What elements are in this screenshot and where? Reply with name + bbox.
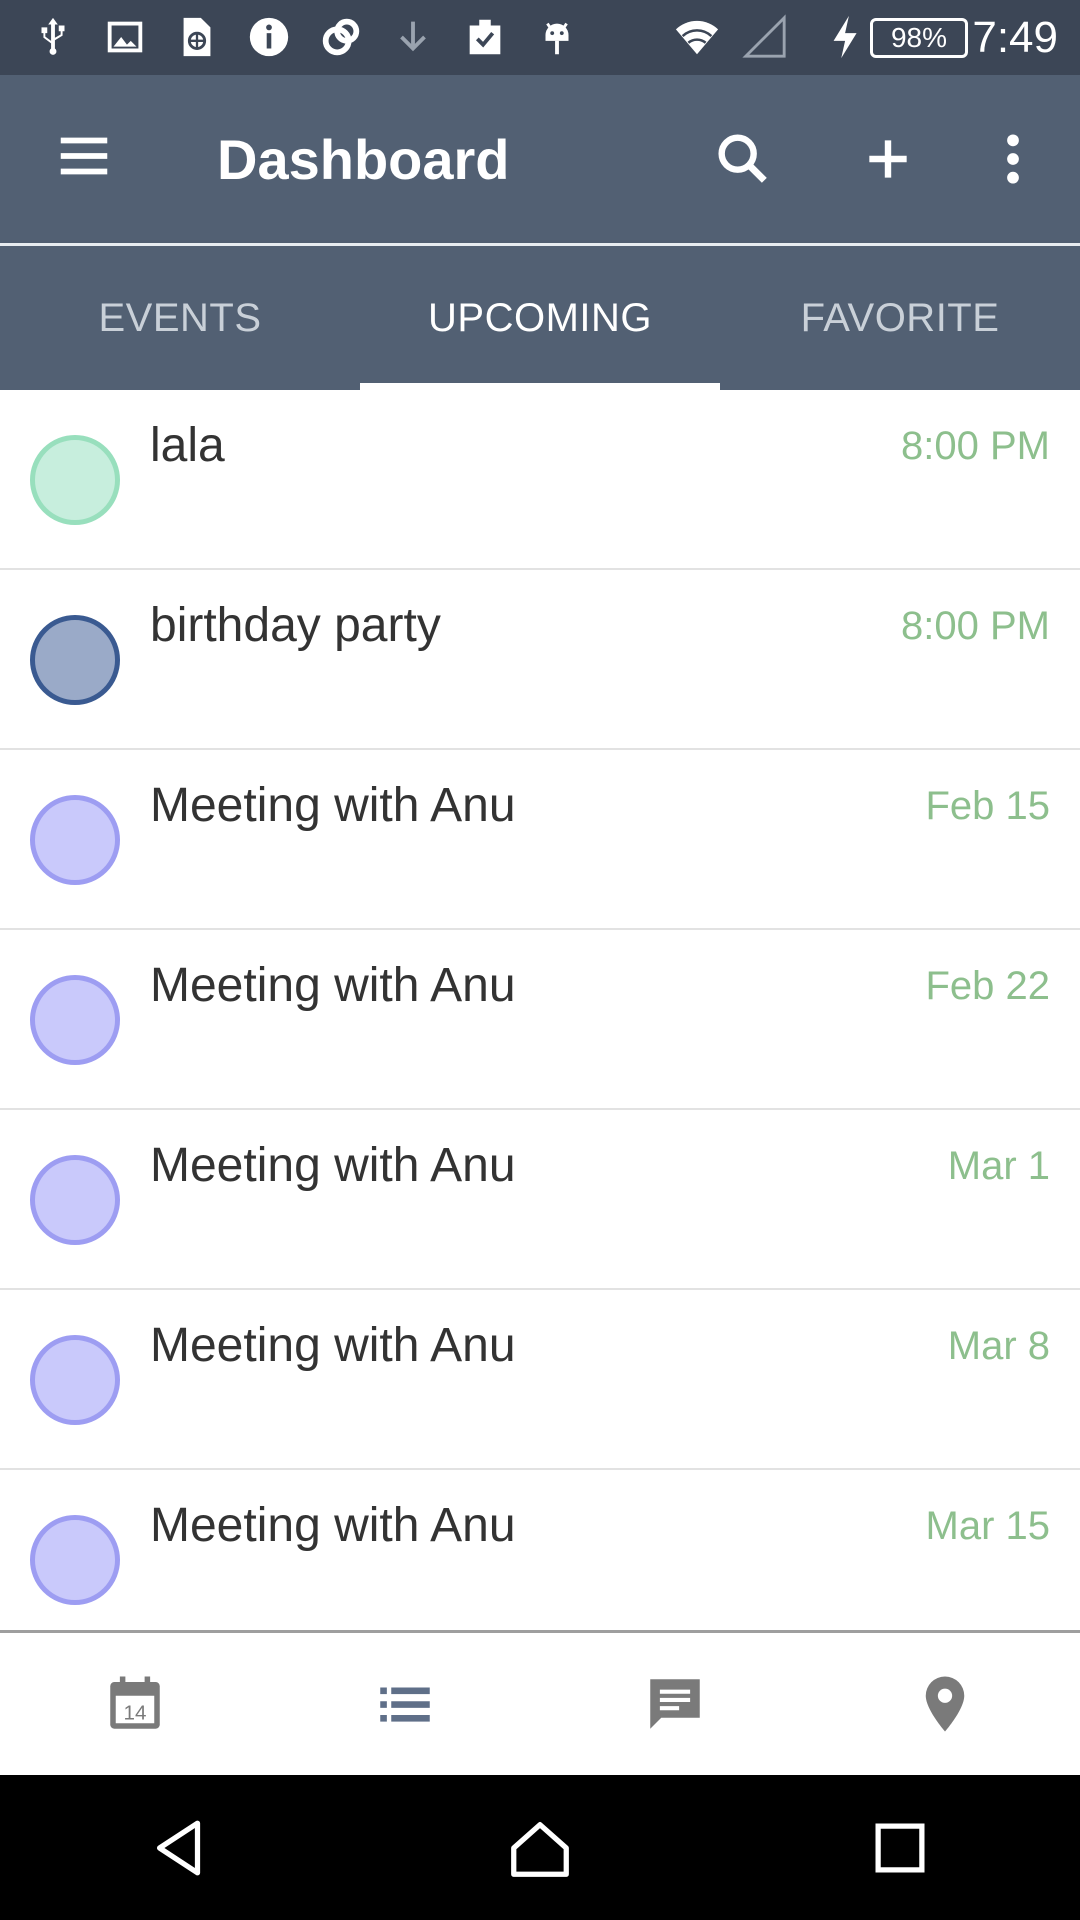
- list-item[interactable]: birthday party 8:00 PM: [0, 570, 1080, 750]
- event-name: Meeting with Anu: [150, 1139, 516, 1192]
- nav-calendar[interactable]: 14: [0, 1633, 270, 1775]
- recents-button[interactable]: [720, 1775, 1080, 1920]
- list-item[interactable]: Meeting with Anu Mar 15: [0, 1470, 1080, 1630]
- battery-indicator: 98%: [870, 18, 968, 58]
- event-name: Meeting with Anu: [150, 779, 516, 832]
- event-time: 8:00 PM: [901, 604, 1050, 648]
- event-name: lala: [150, 419, 225, 472]
- home-button[interactable]: [360, 1775, 720, 1920]
- location-icon: [925, 1676, 965, 1732]
- calendar-icon: 14: [110, 1676, 160, 1729]
- status-bar: 98% 7:49: [0, 0, 1080, 75]
- event-time: Feb 22: [925, 964, 1050, 1008]
- calendar-day: 14: [124, 1701, 147, 1724]
- nav-location[interactable]: [810, 1633, 1080, 1775]
- signal-icon: [740, 12, 790, 62]
- page-title: Dashboard: [217, 128, 510, 191]
- list-icon: [380, 1687, 430, 1722]
- more-vert-icon: [1007, 134, 1019, 184]
- clock: 7:49: [972, 13, 1058, 62]
- bottom-nav: 14: [0, 1630, 1080, 1775]
- event-name: Meeting with Anu: [150, 1499, 516, 1552]
- back-button[interactable]: [0, 1775, 360, 1920]
- event-name: Meeting with Anu: [150, 959, 516, 1012]
- event-time: Feb 15: [925, 784, 1050, 828]
- event-color-dot: [30, 975, 120, 1065]
- list-item[interactable]: lala 8:00 PM: [0, 390, 1080, 570]
- more-options-button[interactable]: [975, 121, 1051, 197]
- hamburger-menu-icon: [60, 137, 108, 175]
- list-item[interactable]: Meeting with Anu Mar 1: [0, 1110, 1080, 1290]
- nav-list[interactable]: [270, 1633, 540, 1775]
- event-time: Mar 15: [925, 1504, 1051, 1548]
- home-icon: [511, 1821, 569, 1877]
- app-bar: Dashboard: [0, 75, 1080, 243]
- event-name: Meeting with Anu: [150, 1319, 516, 1372]
- event-color-dot: [30, 615, 120, 705]
- sync-icon: [316, 12, 366, 62]
- menu-button[interactable]: [44, 121, 124, 191]
- event-color-dot: [30, 1155, 120, 1245]
- event-time: Mar 8: [947, 1324, 1050, 1368]
- clipboard-check-icon: [460, 12, 510, 62]
- android-icon: [532, 12, 582, 62]
- tab-bar: EVENTS UPCOMING FAVORITE: [0, 243, 1080, 390]
- event-time: Mar 1: [947, 1144, 1050, 1188]
- tab-events[interactable]: EVENTS: [0, 246, 360, 390]
- back-icon: [156, 1820, 201, 1875]
- list-item[interactable]: Meeting with Anu Mar 8: [0, 1290, 1080, 1470]
- info-icon: [244, 12, 294, 62]
- event-time: 8:00 PM: [901, 424, 1050, 468]
- nav-chat[interactable]: [540, 1633, 810, 1775]
- system-nav-bar: [0, 1775, 1080, 1920]
- event-list: lala 8:00 PM birthday party 8:00 PM Meet…: [0, 390, 1080, 1630]
- add-button[interactable]: [850, 121, 926, 197]
- tab-upcoming[interactable]: UPCOMING: [360, 246, 720, 390]
- event-color-dot: [30, 1335, 120, 1425]
- recents-icon: [875, 1823, 925, 1872]
- event-name: birthday party: [150, 599, 441, 652]
- search-button[interactable]: [705, 121, 781, 197]
- sim-card-icon: [172, 12, 222, 62]
- usb-icon: [28, 12, 78, 62]
- tab-favorite[interactable]: FAVORITE: [720, 246, 1080, 390]
- charging-icon: [822, 12, 872, 62]
- search-icon: [718, 134, 767, 183]
- event-color-dot: [30, 1515, 120, 1605]
- add-icon: [869, 140, 907, 178]
- wifi-icon: [672, 12, 722, 62]
- download-icon: [388, 12, 438, 62]
- event-color-dot: [30, 435, 120, 525]
- event-color-dot: [30, 795, 120, 885]
- list-item[interactable]: Meeting with Anu Feb 22: [0, 930, 1080, 1110]
- chat-icon: [650, 1679, 700, 1729]
- list-item[interactable]: Meeting with Anu Feb 15: [0, 750, 1080, 930]
- image-icon: [100, 12, 150, 62]
